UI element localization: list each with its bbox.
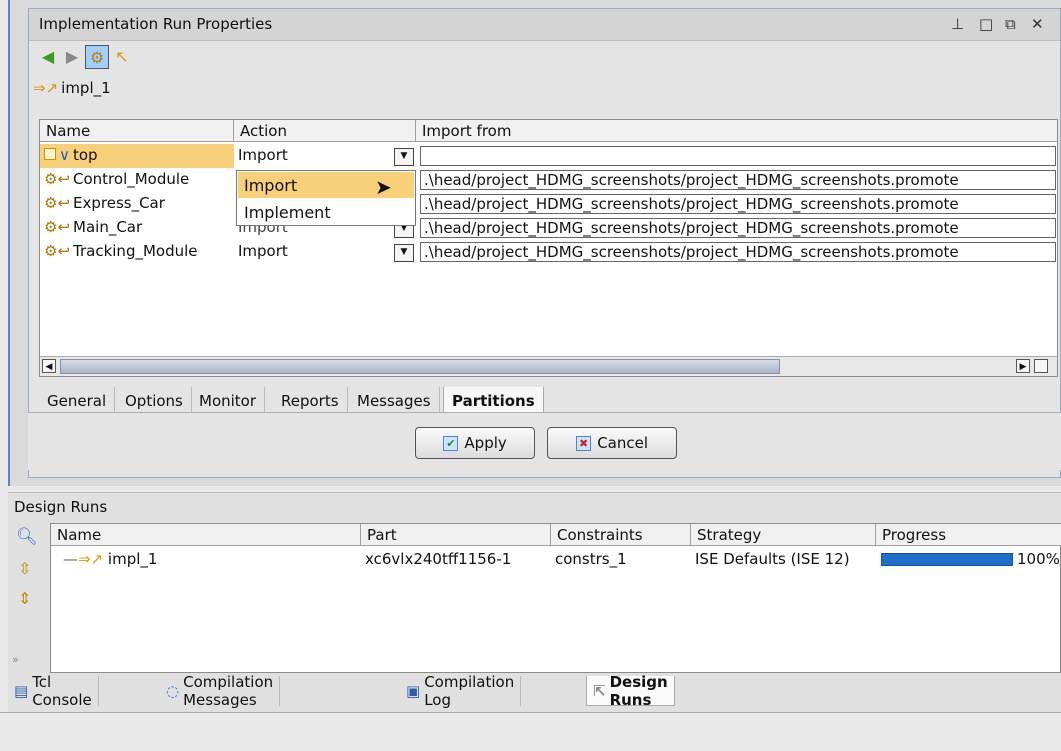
action-cell[interactable]: Import: [234, 240, 416, 264]
checkmark-icon: ✔: [443, 435, 459, 451]
table-row[interactable]: ⚙↩ Main_Car Import ▼ .\head/project_HDMG_…: [40, 216, 1057, 240]
column-header-constraints[interactable]: Constraints: [551, 524, 691, 546]
import-from-field[interactable]: [420, 146, 1056, 166]
tab-general[interactable]: General: [39, 387, 116, 415]
collapse-all-icon[interactable]: ⇳: [18, 559, 31, 578]
tab-partitions[interactable]: Partitions: [443, 387, 544, 415]
strategy-cell: ISE Defaults (ISE 12): [695, 550, 850, 568]
log-icon: ▣: [406, 682, 421, 700]
tab-options[interactable]: Options: [117, 387, 192, 415]
forward-arrow-icon[interactable]: ▶: [61, 45, 83, 67]
column-header-name[interactable]: Name: [51, 524, 361, 546]
design-runs-table: Name Part Constraints Strategy Progress …: [50, 523, 1061, 673]
chevron-down-icon[interactable]: ▼: [394, 244, 414, 262]
scroll-right-icon[interactable]: ▶: [1016, 359, 1030, 373]
cancel-button[interactable]: ✖ Cancel: [547, 427, 677, 459]
partition-name-cell: ⚙↩ Main_Car: [44, 218, 143, 236]
button-bar: ✔ Apply ✖ Cancel: [28, 412, 1061, 470]
corner-toggle-icon[interactable]: [1034, 359, 1048, 373]
run-status-icon: ⇒↗: [78, 550, 104, 568]
close-icon[interactable]: ✕: [1031, 15, 1044, 33]
expand-chevron-icon[interactable]: ∨: [59, 146, 70, 164]
import-from-field[interactable]: .\head/project_HDMG_screenshots/project_…: [420, 242, 1056, 262]
panel-title: Implementation Run Properties: [29, 9, 1060, 41]
partitions-table: Name Action Import from ∨ top Import ▼ ⚙↩…: [39, 119, 1058, 377]
message-bubble-icon: ◌: [166, 682, 180, 700]
import-from-field[interactable]: .\head/project_HDMG_screenshots/project_…: [420, 194, 1056, 214]
implementation-run-properties-panel: Implementation Run Properties ⊥ □ ⧉ ✕ ◀ …: [28, 8, 1061, 478]
column-header-action[interactable]: Action: [234, 120, 416, 142]
tab-compilation-messages[interactable]: ◌ Compilation Messages: [160, 673, 281, 709]
settings-gear-icon[interactable]: ⚙: [85, 45, 109, 69]
tree-line-icon: —: [63, 550, 78, 568]
import-from-field[interactable]: .\head/project_HDMG_screenshots/project_…: [420, 170, 1056, 190]
scroll-left-icon[interactable]: ◀: [42, 359, 56, 373]
column-header-strategy[interactable]: Strategy: [691, 524, 876, 546]
apply-button[interactable]: ✔ Apply: [415, 427, 535, 459]
run-arrow-icon: ↗: [45, 79, 59, 97]
back-arrow-icon[interactable]: ◀: [37, 45, 59, 67]
more-chevron-icon[interactable]: »: [12, 653, 19, 666]
tab-tcl-console[interactable]: ▤ Tcl Console: [8, 673, 99, 709]
design-runs-title: Design Runs: [14, 498, 108, 516]
action-cell[interactable]: Import: [234, 144, 416, 168]
part-cell: xc6vlx240tff1156-1: [365, 550, 512, 568]
module-gear-icon: ⚙↩: [44, 218, 71, 236]
console-icon: ▤: [14, 682, 29, 700]
partition-name-cell: ⚙↩ Control_Module: [44, 170, 190, 188]
tab-compilation-log[interactable]: ▣ Compilation Log: [400, 673, 522, 709]
module-gear-icon: ⚙↩: [44, 242, 71, 260]
partition-checkbox-icon[interactable]: [44, 148, 56, 160]
constraints-cell: constrs_1: [555, 550, 627, 568]
status-bar: [0, 712, 1061, 751]
mouse-cursor-icon: ➤: [375, 175, 392, 199]
tab-design-runs[interactable]: ⇱ Design Runs: [586, 673, 675, 709]
table-row[interactable]: ⚙↩ Express_Car .\head/project_HDMG_screen…: [40, 192, 1057, 216]
partition-name-cell: ⚙↩ Tracking_Module: [44, 242, 198, 260]
run-status-icon: ⇒: [33, 79, 46, 97]
column-header-progress[interactable]: Progress: [876, 524, 1061, 546]
pin-icon[interactable]: ⊥: [951, 15, 964, 33]
table-row[interactable]: —⇒↗ impl_1 xc6vlx240tff1156-1 constrs_1 …: [51, 548, 1060, 572]
table-row[interactable]: ⚙↩ Tracking_Module Import ▼ .\head/projec…: [40, 240, 1057, 264]
horizontal-scrollbar[interactable]: ◀ ▶: [40, 356, 1057, 376]
progress-fill: [882, 554, 1012, 565]
action-dropdown-menu: Import Implement ➤: [236, 170, 416, 226]
float-icon[interactable]: ⧉: [1005, 15, 1016, 33]
module-gear-icon: ⚙↩: [44, 170, 71, 188]
column-header-import-from[interactable]: Import from: [416, 120, 1057, 142]
pointer-icon[interactable]: ↖: [111, 45, 133, 67]
column-header-name[interactable]: Name: [40, 120, 234, 142]
maximize-icon[interactable]: □: [979, 15, 993, 33]
partition-name-cell: ⚙↩ Express_Car: [44, 194, 165, 212]
table-row[interactable]: ∨ top Import ▼: [40, 144, 1057, 168]
tab-monitor[interactable]: Monitor: [191, 387, 266, 415]
progress-label: 100%: [1017, 550, 1060, 568]
chevron-down-icon[interactable]: ▼: [394, 148, 414, 166]
column-header-part[interactable]: Part: [361, 524, 551, 546]
import-from-field[interactable]: .\head/project_HDMG_screenshots/project_…: [420, 218, 1056, 238]
dropdown-option-implement[interactable]: Implement: [238, 199, 414, 225]
run-breadcrumb: ⇒↗ impl_1: [33, 79, 111, 97]
scrollbar-thumb[interactable]: [60, 359, 780, 374]
partition-name-cell: ∨ top: [40, 144, 234, 168]
tab-reports[interactable]: Reports: [273, 387, 348, 415]
table-row[interactable]: ⚙↩ Control_Module .\head/project_HDMG_scr…: [40, 168, 1057, 192]
run-name-cell: —⇒↗ impl_1: [63, 550, 158, 568]
design-runs-icon: ⇱: [593, 681, 606, 700]
search-icon[interactable]: 🔍︎: [16, 527, 38, 547]
tab-messages[interactable]: Messages: [349, 387, 440, 415]
cancel-x-icon: ✖: [575, 435, 592, 451]
progress-bar: [881, 553, 1013, 566]
module-gear-icon: ⚙↩: [44, 194, 71, 212]
expand-all-icon[interactable]: ⇕: [18, 589, 31, 608]
run-name: impl_1: [61, 79, 111, 97]
